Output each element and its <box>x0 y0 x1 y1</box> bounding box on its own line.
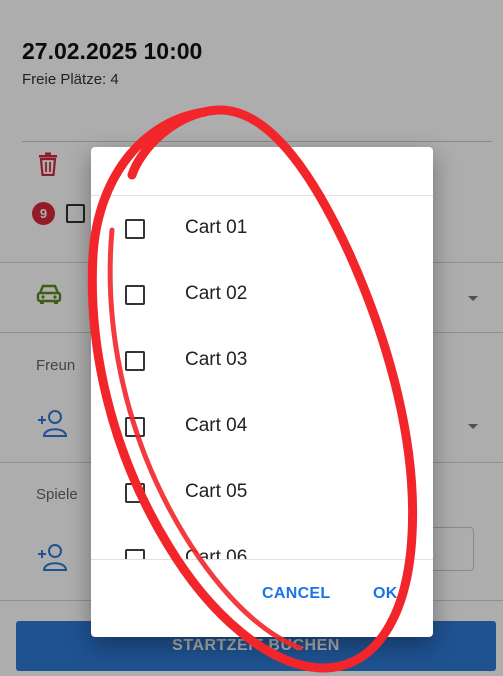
cart-option[interactable]: Cart 04 <box>91 394 433 460</box>
cart-option-list[interactable]: Cart 01 Cart 02 Cart 03 Cart 04 Cart 05 … <box>91 196 433 559</box>
cart-option-label: Cart 06 <box>185 547 248 559</box>
checkbox-icon[interactable] <box>125 285 145 305</box>
checkbox-icon[interactable] <box>125 549 145 559</box>
checkbox-icon[interactable] <box>125 351 145 371</box>
checkbox-icon[interactable] <box>125 219 145 239</box>
cart-option-label: Cart 04 <box>185 415 248 436</box>
cancel-button[interactable]: CANCEL <box>262 585 330 603</box>
cart-option[interactable]: Cart 05 <box>91 460 433 526</box>
cart-option[interactable]: Cart 02 <box>91 262 433 328</box>
cart-select-dialog: Cart 01 Cart 02 Cart 03 Cart 04 Cart 05 … <box>91 147 433 637</box>
cart-option-label: Cart 02 <box>185 283 248 304</box>
checkbox-icon[interactable] <box>125 483 145 503</box>
cart-option[interactable]: Cart 01 <box>91 196 433 262</box>
cart-option-label: Cart 01 <box>185 217 248 238</box>
checkbox-icon[interactable] <box>125 417 145 437</box>
cart-option[interactable]: Cart 03 <box>91 328 433 394</box>
ok-button[interactable]: OK <box>373 585 398 603</box>
cart-option-label: Cart 05 <box>185 481 248 502</box>
cart-option-label: Cart 03 <box>185 349 248 370</box>
dialog-bottom-divider <box>91 559 433 560</box>
cart-option[interactable]: Cart 06 <box>91 526 433 559</box>
